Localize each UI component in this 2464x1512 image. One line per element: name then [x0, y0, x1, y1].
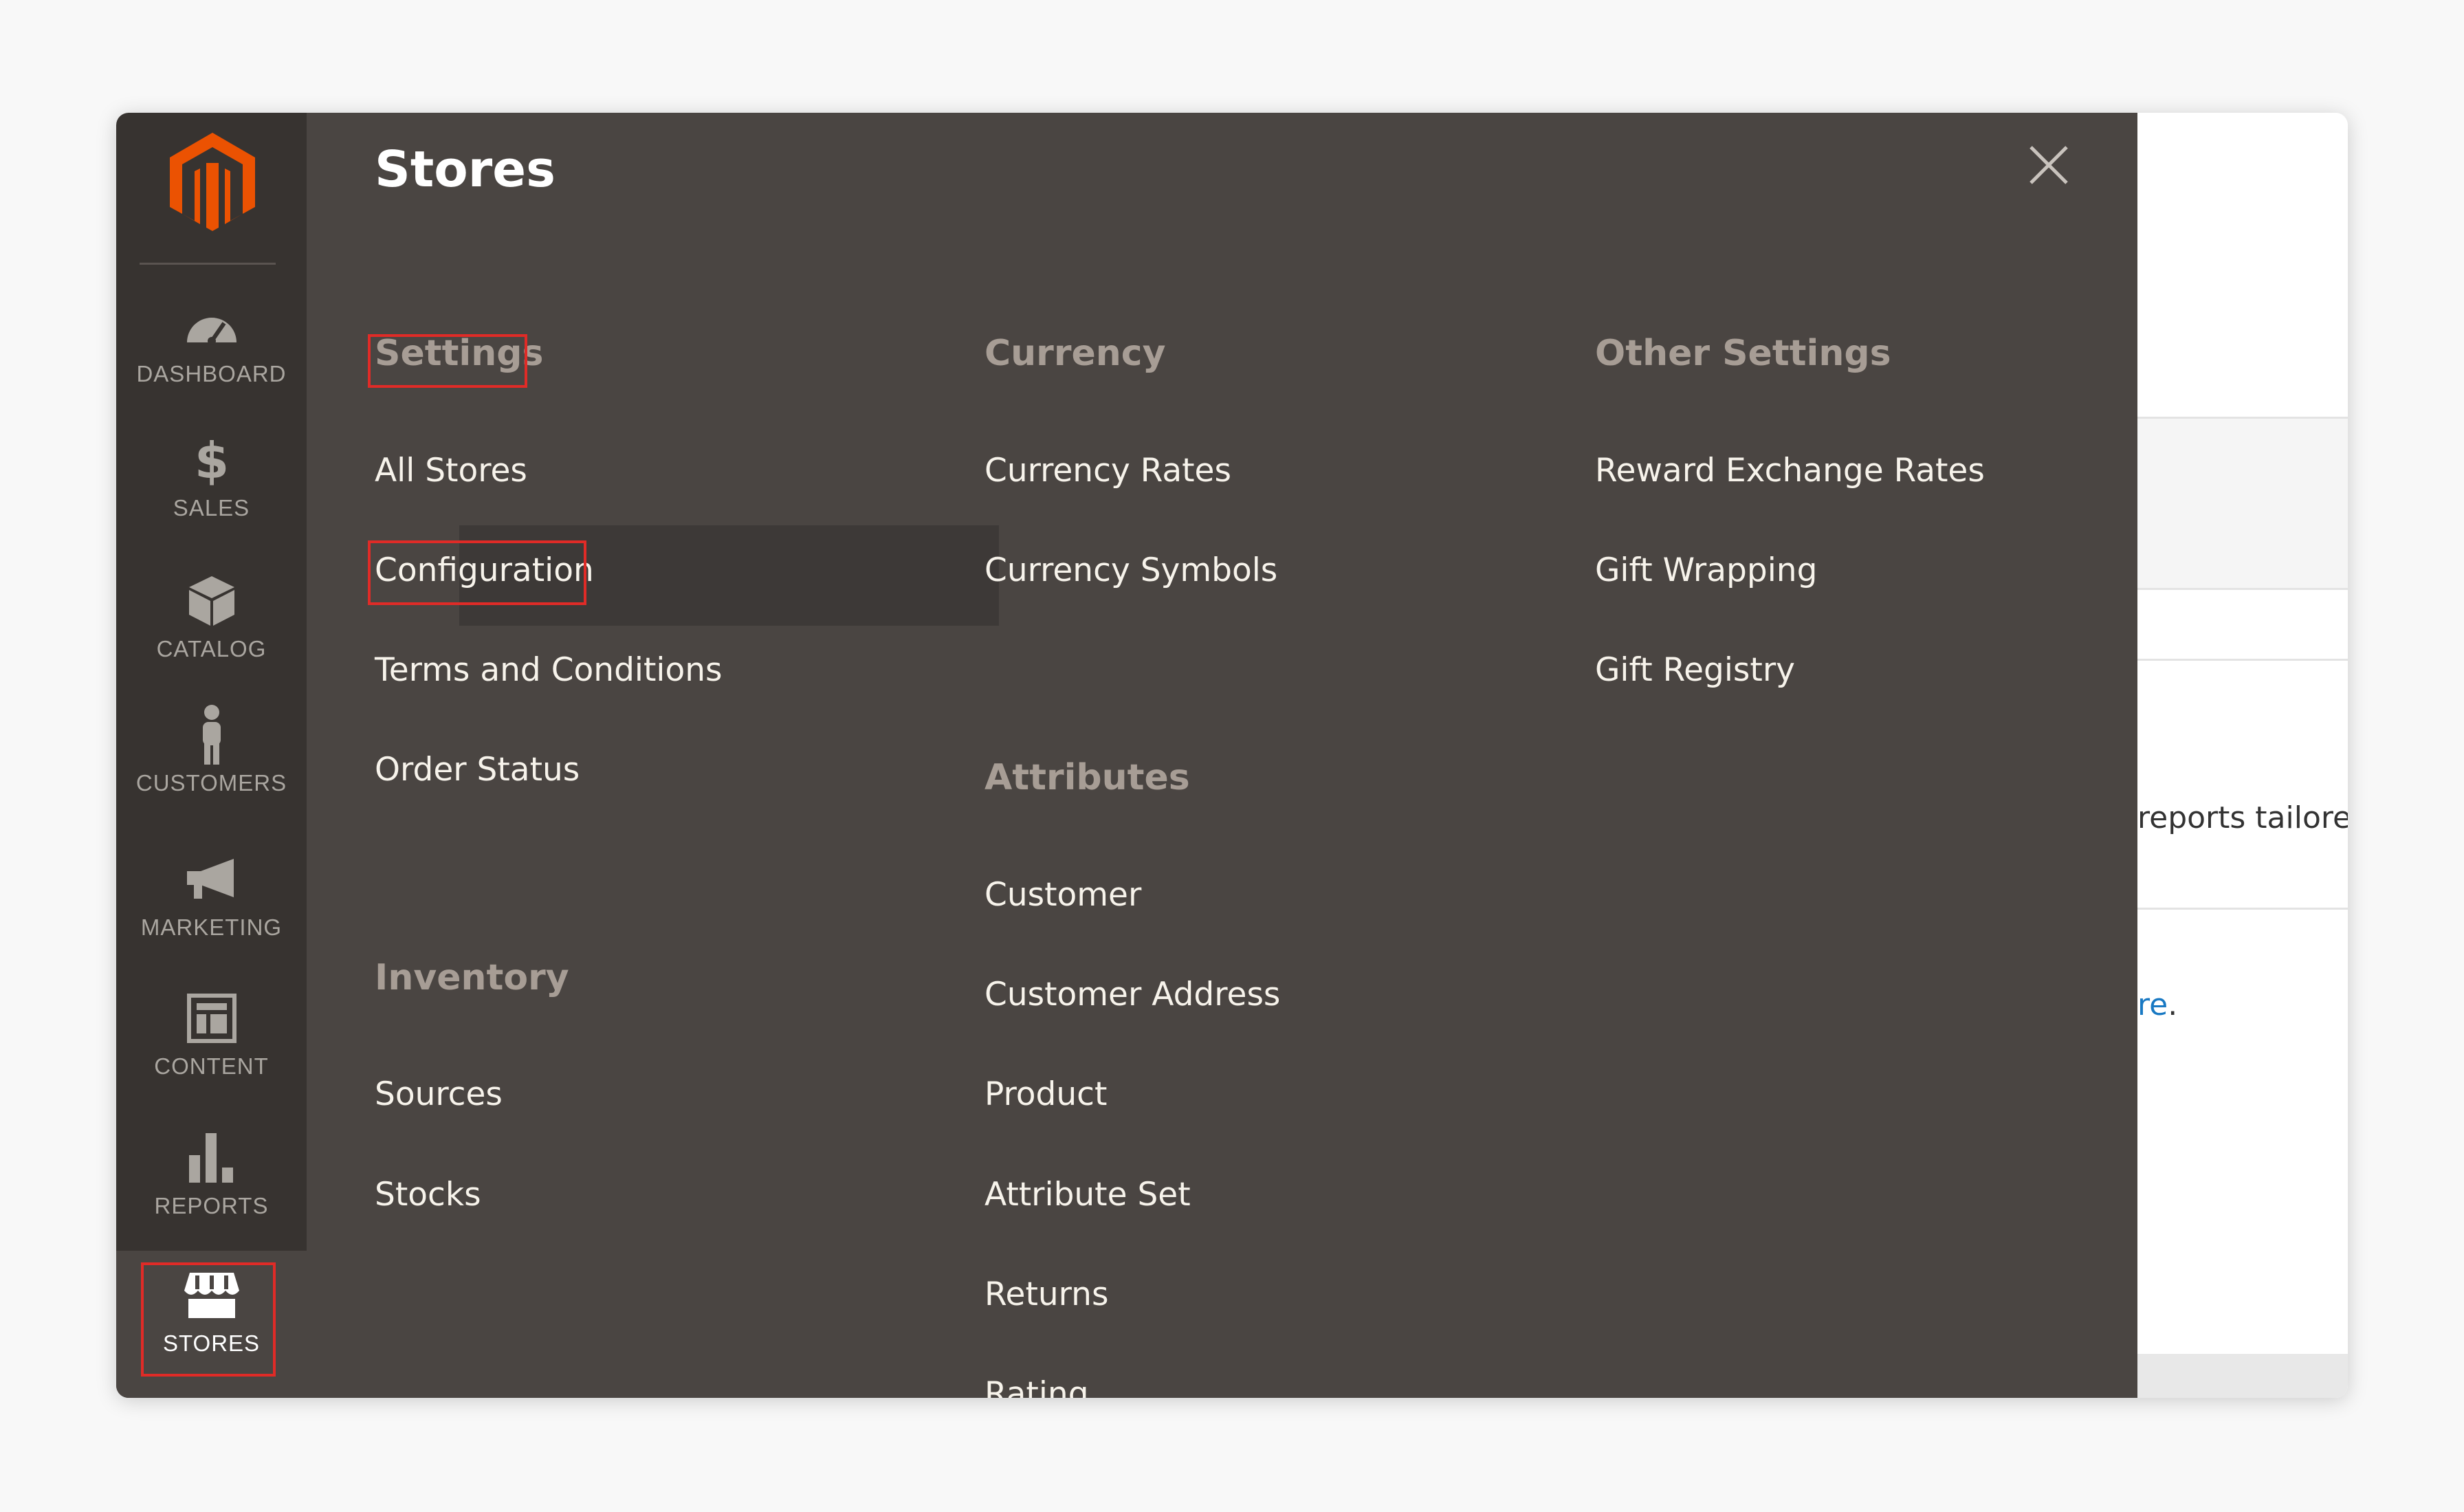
stores-flyout-panel: Stores Settings All Stores Configuration… [307, 113, 2137, 1398]
nav-item-marketing[interactable]: MARKETING [116, 848, 307, 986]
background-link-text[interactable]: re [2137, 987, 2168, 1022]
close-icon[interactable] [2028, 144, 2069, 186]
highlight-box [141, 1262, 276, 1377]
nav-label: CATALOG [156, 636, 267, 661]
svg-text:$: $ [194, 432, 228, 487]
nav-label: CONTENT [154, 1053, 269, 1079]
highlight-box [368, 540, 586, 605]
menu-link-customer-address[interactable]: Customer Address [984, 976, 1280, 1014]
menu-link-rating[interactable]: Rating [984, 1375, 1089, 1398]
background-divider [2137, 908, 2348, 910]
menu-link-stocks[interactable]: Stocks [375, 1176, 481, 1214]
nav-label: SALES [173, 495, 250, 521]
background-divider [2137, 659, 2348, 661]
group-title-attributes: Attributes [984, 757, 1190, 798]
nav-item-reports[interactable]: REPORTS [116, 1127, 307, 1264]
nav-item-content[interactable]: CONTENT [116, 987, 307, 1125]
person-icon [181, 704, 243, 766]
nav-label: MARKETING [140, 914, 283, 940]
nav-label: REPORTS [154, 1193, 269, 1218]
group-title-currency: Currency [984, 333, 1166, 374]
panel-title: Stores [375, 140, 556, 198]
menu-link-sources[interactable]: Sources [375, 1075, 503, 1113]
box-icon [181, 570, 243, 632]
nav-item-dashboard[interactable]: DASHBOARD [116, 295, 307, 432]
logo-separator [140, 263, 276, 265]
group-title-other-settings: Other Settings [1595, 333, 1891, 374]
background-text: reports tailore [2137, 800, 2348, 835]
group-title-inventory: Inventory [375, 957, 569, 998]
menu-link-gift-wrapping[interactable]: Gift Wrapping [1595, 551, 1817, 589]
background-footer-bar [2137, 1354, 2348, 1398]
nav-label: DASHBOARD [136, 361, 287, 386]
menu-link-all-stores[interactable]: All Stores [375, 452, 527, 490]
menu-link-terms-and-conditions[interactable]: Terms and Conditions [375, 651, 722, 689]
menu-link-currency-symbols[interactable]: Currency Symbols [984, 551, 1277, 589]
dollar-icon: $ [181, 429, 243, 491]
admin-sidebar: DASHBOARD $ SALES CATALOG CUSTOMERS MARK… [116, 113, 307, 1398]
background-link[interactable]: re. [2137, 987, 2177, 1022]
app-window: reports tailore re. DASHBOARD $ SALES CA… [116, 113, 2348, 1398]
menu-link-customer[interactable]: Customer [984, 876, 1141, 914]
bar-chart-icon [181, 1127, 243, 1189]
highlight-box [368, 334, 527, 388]
speedometer-icon [181, 295, 243, 357]
background-band [2137, 417, 2348, 590]
background-link-suffix: . [2168, 987, 2178, 1022]
nav-item-customers[interactable]: CUSTOMERS [116, 704, 307, 842]
nav-label: CUSTOMERS [135, 770, 287, 796]
menu-link-order-status[interactable]: Order Status [375, 751, 580, 789]
megaphone-icon [181, 848, 243, 910]
menu-link-currency-rates[interactable]: Currency Rates [984, 452, 1231, 490]
layout-icon [181, 987, 243, 1049]
nav-item-catalog[interactable]: CATALOG [116, 570, 307, 708]
nav-item-sales[interactable]: $ SALES [116, 429, 307, 567]
menu-link-returns[interactable]: Returns [984, 1275, 1108, 1313]
menu-link-reward-exchange-rates[interactable]: Reward Exchange Rates [1595, 452, 1985, 490]
magento-logo-icon[interactable] [164, 130, 261, 233]
menu-link-product[interactable]: Product [984, 1075, 1107, 1113]
menu-link-attribute-set[interactable]: Attribute Set [984, 1176, 1191, 1214]
menu-link-gift-registry[interactable]: Gift Registry [1595, 651, 1795, 689]
